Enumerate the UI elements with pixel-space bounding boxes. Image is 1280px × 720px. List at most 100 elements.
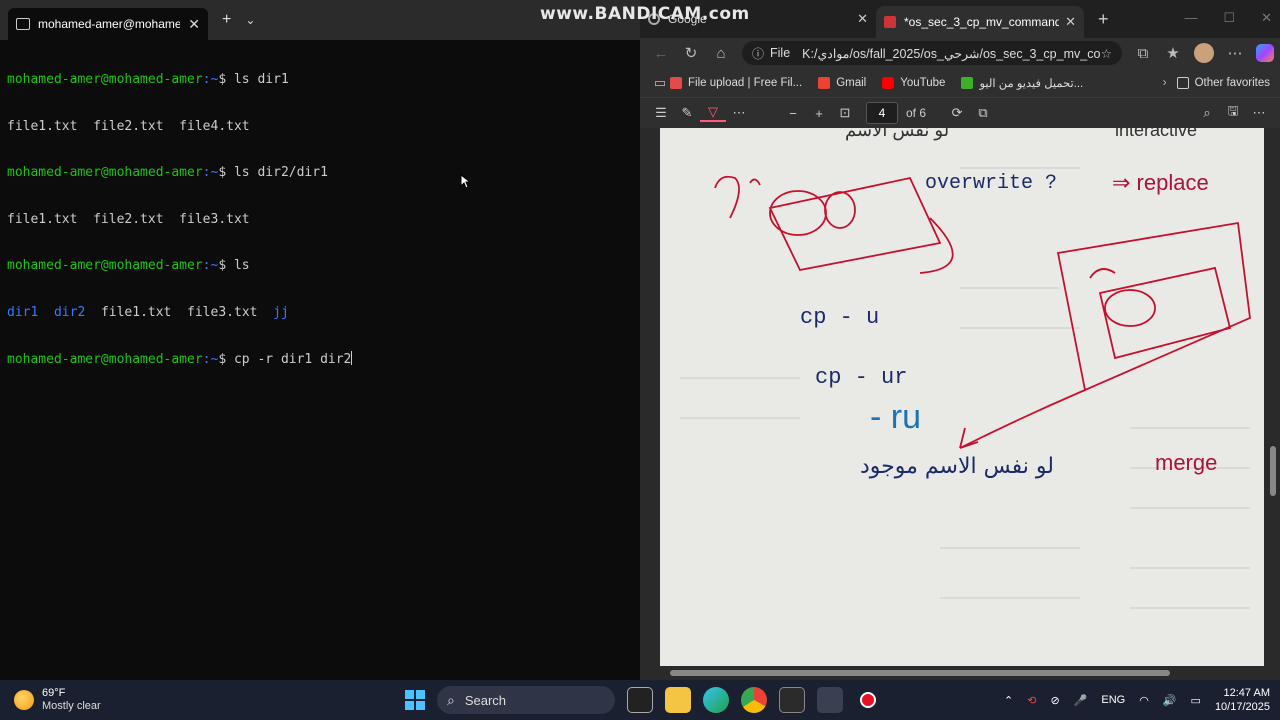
rotate-icon[interactable]: ⟳: [944, 105, 970, 121]
prompt-user: mohamed-amer@mohamed-amer: [7, 352, 203, 367]
clock[interactable]: 12:47 AM 10/17/2025: [1215, 686, 1270, 714]
terminal-output[interactable]: mohamed-amer@mohamed-amer:~$ ls dir1 fil…: [0, 40, 640, 399]
taskbar-apps: ⌕ Search: [405, 680, 881, 720]
back-icon[interactable]: ←: [646, 45, 676, 62]
favorites-icon[interactable]: ★: [1158, 44, 1188, 62]
record-icon[interactable]: [855, 687, 881, 713]
pdf-viewer[interactable]: لو نفس الاسم interactive overwrite ? ⇒ r…: [640, 128, 1280, 680]
address-bar-row: ← ↻ ⌂ ⓘ File K:/موادي/os/fall_2025/os_شر…: [640, 38, 1280, 68]
page-count: of 6: [906, 106, 927, 120]
new-tab-button[interactable]: +: [1098, 9, 1109, 30]
close-icon[interactable]: ✕: [1065, 14, 1076, 30]
bandicam-watermark: www.BANDICAM.com: [540, 4, 750, 24]
pdf-text-cp-u: cp - u: [800, 305, 879, 330]
page-view-icon[interactable]: ⧉: [970, 105, 996, 121]
copilot-icon[interactable]: [1256, 44, 1274, 62]
task-view-icon[interactable]: [627, 687, 653, 713]
more-tools-icon[interactable]: ⋯: [726, 105, 752, 121]
edge-icon[interactable]: [703, 687, 729, 713]
more-icon[interactable]: ⋯: [1220, 44, 1250, 62]
microphone-icon[interactable]: 🎤: [1074, 694, 1088, 707]
close-window-icon[interactable]: ✕: [1261, 10, 1272, 26]
zoom-out-icon[interactable]: −: [780, 106, 806, 121]
taskbar: 69°F Mostly clear ⌕ Search ⌃ ⟲ ⊘ 🎤 ENG ◠ …: [0, 680, 1280, 720]
contents-icon[interactable]: ☰: [648, 105, 674, 121]
home-icon[interactable]: ⌂: [706, 45, 736, 62]
search-icon: ⌕: [447, 691, 455, 708]
battery-icon[interactable]: ▭: [1191, 694, 1201, 707]
address-url[interactable]: K:/موادي/os/fall_2025/os_شرحي/os_sec_3_c…: [802, 46, 1101, 61]
terminal-app-icon[interactable]: [779, 687, 805, 713]
pdf-text-cp-ur: cp - ur: [815, 365, 907, 390]
terminal-tab[interactable]: mohamed-amer@mohamed-a ✕: [8, 8, 208, 40]
more-icon[interactable]: ⋯: [1246, 105, 1272, 121]
chevron-right-icon[interactable]: ›: [1163, 77, 1167, 89]
dir-entry: dir1: [7, 304, 39, 320]
terminal-line: mohamed-amer@mohamed-amer:~$ ls dir1: [7, 72, 633, 88]
prompt-user: mohamed-amer@mohamed-amer: [7, 258, 203, 273]
reading-view-icon[interactable]: ▭: [650, 75, 670, 91]
file-explorer-icon[interactable]: [665, 687, 691, 713]
chevron-down-icon[interactable]: ⌄: [245, 13, 255, 27]
settings-icon[interactable]: [817, 687, 843, 713]
info-icon[interactable]: ⓘ: [752, 45, 764, 62]
favorites-bar: ▭ File upload | Free Fil... Gmail YouTub…: [640, 68, 1280, 98]
favorite-star-icon[interactable]: ☆: [1101, 46, 1112, 61]
other-favorites[interactable]: Other favorites: [1176, 76, 1270, 89]
address-bar[interactable]: ⓘ File K:/موادي/os/fall_2025/os_شرحي/os_…: [742, 41, 1122, 65]
chevron-up-icon[interactable]: ⌃: [1004, 694, 1013, 707]
minimize-icon[interactable]: —: [1184, 10, 1197, 26]
horizontal-scrollbar[interactable]: [660, 670, 1264, 676]
wifi-icon[interactable]: ◠: [1139, 694, 1149, 707]
sync-icon[interactable]: ⟲: [1027, 694, 1036, 707]
avatar[interactable]: [1194, 43, 1214, 63]
refresh-icon[interactable]: ↻: [676, 44, 706, 62]
language-indicator[interactable]: ENG: [1101, 694, 1125, 706]
draw-icon[interactable]: ▽: [700, 104, 726, 122]
save-icon[interactable]: 🖫: [1220, 102, 1246, 124]
weather-widget[interactable]: 69°F Mostly clear: [14, 687, 134, 713]
clock-date: 10/17/2025: [1214, 701, 1270, 713]
zoom-in-icon[interactable]: +: [806, 106, 832, 121]
windows-start-icon[interactable]: [405, 690, 425, 710]
pdf-text-top-right: interactive: [1115, 128, 1197, 140]
close-icon[interactable]: ✕: [857, 11, 868, 27]
pdf-icon: [884, 16, 896, 28]
file-entries: file1.txt file3.txt: [100, 304, 258, 320]
command-text: ls dir1: [233, 72, 289, 87]
favorite-label: تحميل فيديو من اليو...: [979, 77, 1084, 90]
prompt-path: :~: [202, 352, 219, 367]
mouse-pointer-icon: [460, 174, 470, 189]
terminal-line: dir1 dir2 file1.txt file3.txt jj: [7, 305, 633, 321]
prompt-symbol: $: [218, 165, 234, 180]
weather-condition: Mostly clear: [42, 700, 101, 712]
new-tab-button[interactable]: +: [222, 11, 231, 29]
prompt-symbol: $: [218, 258, 234, 273]
pdf-text-ru: - ru: [870, 398, 921, 436]
tab-pdf[interactable]: *os_sec_3_cp_mv_commands.pdf ✕: [876, 6, 1084, 38]
favorite-item[interactable]: Gmail: [818, 76, 866, 89]
volume-icon[interactable]: 🔊: [1163, 694, 1177, 707]
pdf-text-overwrite: overwrite ?: [925, 172, 1057, 195]
pdf-text-replace: ⇒ replace: [1112, 170, 1209, 195]
pdf-text-merge: merge: [1155, 450, 1217, 475]
vertical-scrollbar[interactable]: [1270, 128, 1276, 666]
extensions-icon[interactable]: ⧉: [1128, 45, 1158, 62]
search-icon[interactable]: ⌕: [1194, 105, 1220, 121]
favorite-item[interactable]: YouTube: [882, 76, 945, 89]
pdf-text-arabic: لو نفس الاسم موجود: [860, 454, 1054, 479]
prompt-symbol: $: [218, 352, 234, 367]
favorite-item[interactable]: تحميل فيديو من اليو...: [961, 76, 1083, 90]
favorite-item[interactable]: File upload | Free Fil...: [670, 76, 802, 89]
taskbar-search[interactable]: ⌕ Search: [437, 686, 615, 714]
network-off-icon[interactable]: ⊘: [1050, 694, 1059, 707]
close-tab-icon[interactable]: ✕: [188, 16, 200, 33]
fit-page-icon[interactable]: ⊡: [832, 105, 858, 121]
terminal-line: mohamed-amer@mohamed-amer:~$ ls dir2/dir…: [7, 165, 633, 181]
folder-icon: [1176, 76, 1189, 89]
maximize-icon[interactable]: ☐: [1223, 10, 1235, 26]
terminal-icon: [16, 18, 30, 30]
page-number-input[interactable]: 4: [866, 102, 898, 124]
highlight-icon[interactable]: ✎: [674, 105, 700, 121]
chrome-icon[interactable]: [741, 687, 767, 713]
